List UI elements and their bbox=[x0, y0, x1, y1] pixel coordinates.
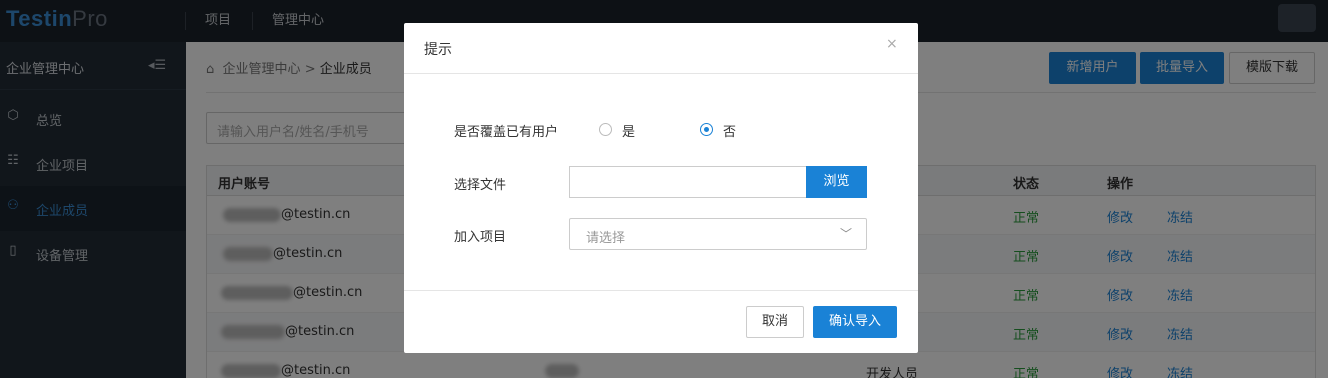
project-select[interactable]: 请选择 ﹀ bbox=[569, 218, 867, 250]
project-select-placeholder: 请选择 bbox=[586, 231, 626, 246]
close-icon[interactable]: × bbox=[886, 36, 898, 52]
cancel-button[interactable]: 取消 bbox=[746, 306, 804, 338]
import-dialog: 提示 × 是否覆盖已有用户 是 否 选择文件 浏览 加入项目 请选择 ﹀ 取消 … bbox=[404, 23, 918, 353]
radio-yes-label[interactable]: 是 bbox=[622, 121, 635, 140]
divider bbox=[404, 290, 918, 291]
dialog-title: 提示 bbox=[424, 42, 452, 58]
project-label: 加入项目 bbox=[454, 230, 507, 245]
divider bbox=[404, 73, 918, 74]
confirm-import-button[interactable]: 确认导入 bbox=[813, 306, 897, 338]
file-label: 选择文件 bbox=[454, 178, 507, 193]
file-path-input[interactable] bbox=[569, 166, 807, 198]
overwrite-label: 是否覆盖已有用户 bbox=[454, 125, 559, 140]
browse-button[interactable]: 浏览 bbox=[806, 166, 867, 198]
radio-no[interactable] bbox=[700, 123, 713, 136]
radio-no-label[interactable]: 否 bbox=[723, 121, 736, 140]
chevron-down-icon: ﹀ bbox=[840, 227, 853, 241]
radio-yes[interactable] bbox=[599, 123, 612, 136]
